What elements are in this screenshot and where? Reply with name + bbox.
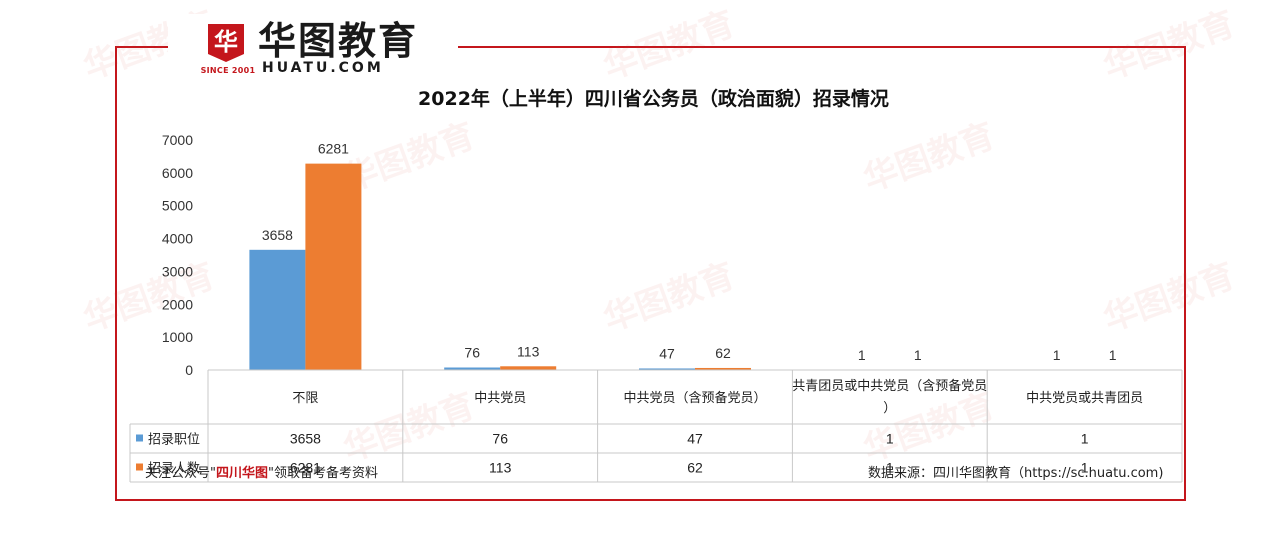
footer-note-suffix: "领取备考备考资料 <box>268 466 378 481</box>
legend-label: 招录职位 <box>148 433 200 448</box>
table-value: 113 <box>489 460 512 476</box>
legend-swatch <box>136 463 143 471</box>
table-value: 62 <box>687 460 703 476</box>
y-tick-label: 3000 <box>162 263 193 279</box>
data-label: 47 <box>659 345 675 361</box>
y-tick-label: 5000 <box>162 198 193 214</box>
category-label: 共青团员或中共党员（含预备党员 <box>792 378 987 394</box>
bar-hires <box>305 163 362 370</box>
footer-note-prefix: 关注公众号" <box>145 466 216 481</box>
legend-swatch <box>136 434 143 442</box>
data-label: 1 <box>1053 347 1061 363</box>
table-value: 3658 <box>290 431 321 447</box>
y-tick-label: 4000 <box>162 231 193 247</box>
category-label: ） <box>883 401 896 416</box>
y-tick-label: 0 <box>185 362 193 378</box>
table-value: 76 <box>492 431 508 447</box>
data-label: 1 <box>858 347 866 363</box>
data-label: 76 <box>464 345 480 361</box>
bar-positions <box>249 249 306 370</box>
data-source: 数据来源：四川华图教育（https://sc.huatu.com) <box>868 466 1164 481</box>
data-label: 62 <box>715 345 731 361</box>
category-label: 中共党员（含预备党员） <box>623 390 766 406</box>
data-label: 1 <box>914 347 922 363</box>
table-value: 1 <box>1081 431 1089 447</box>
data-label: 1 <box>1109 347 1117 363</box>
data-label: 3658 <box>262 227 293 243</box>
y-tick-label: 7000 <box>162 132 193 148</box>
footer-note: 关注公众号"四川华图"领取备考备考资料 <box>145 462 378 481</box>
category-label: 中共党员或共青团员 <box>1026 391 1143 406</box>
y-tick-label: 1000 <box>162 329 193 345</box>
category-label: 不限 <box>292 391 318 406</box>
y-tick-label: 2000 <box>162 296 193 312</box>
data-label: 6281 <box>318 141 349 157</box>
table-value: 1 <box>886 431 894 447</box>
data-label: 113 <box>517 343 540 359</box>
table-value: 47 <box>687 431 703 447</box>
y-tick-label: 6000 <box>162 165 193 181</box>
category-label: 中共党员 <box>474 391 526 406</box>
bar-chart: 0 1000 2000 3000 4000 5000 6000 7000 3658 6281 76 1… <box>129 132 1183 483</box>
footer-note-account: 四川华图 <box>215 466 268 481</box>
bar-hires <box>500 366 557 370</box>
